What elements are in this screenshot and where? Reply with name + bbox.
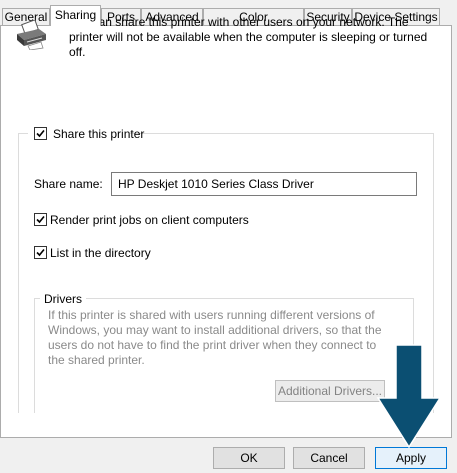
- list-in-directory-checkbox[interactable]: [34, 246, 47, 259]
- arrow-down-icon: [376, 344, 442, 448]
- sharing-info-text: You can share this printer with other us…: [69, 15, 428, 59]
- list-in-directory-label: List in the directory: [50, 246, 151, 260]
- share-this-printer-checkbox[interactable]: [34, 127, 47, 140]
- cancel-button[interactable]: Cancel: [293, 447, 365, 469]
- checkmark-icon: [36, 215, 45, 224]
- printer-icon: [17, 20, 46, 50]
- share-name-input[interactable]: HP Deskjet 1010 Series Class Driver: [111, 172, 417, 196]
- render-jobs-checkbox[interactable]: [34, 213, 47, 226]
- share-name-label: Share name:: [34, 177, 103, 191]
- checkmark-icon: [36, 248, 45, 257]
- checkmark-icon: [36, 129, 45, 138]
- apply-button[interactable]: Apply: [375, 447, 447, 469]
- additional-drivers-button[interactable]: Additional Drivers...: [275, 380, 385, 402]
- share-this-printer-row: Share this printer: [28, 126, 144, 142]
- render-jobs-label: Render print jobs on client computers: [50, 213, 249, 227]
- share-this-printer-label: Share this printer: [53, 127, 145, 141]
- drivers-title: Drivers: [40, 292, 86, 306]
- ok-button[interactable]: OK: [213, 447, 285, 469]
- tab-label: Sharing: [54, 8, 97, 22]
- drivers-description: If this printer is shared with users run…: [48, 308, 382, 367]
- tab-sharing[interactable]: Sharing: [50, 5, 101, 26]
